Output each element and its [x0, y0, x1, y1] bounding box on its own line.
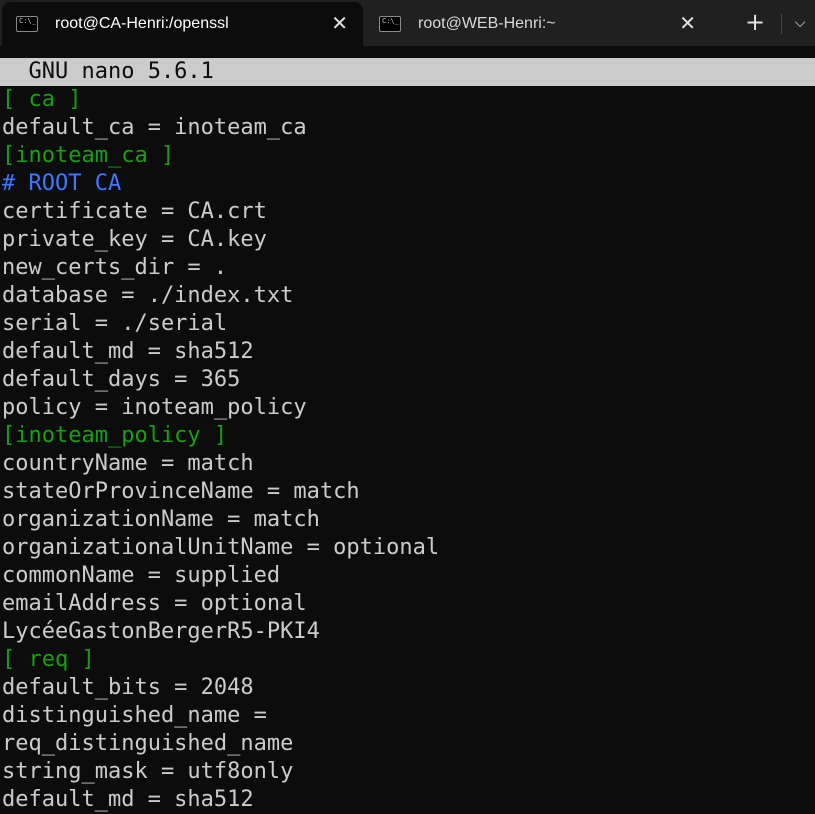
editor-line[interactable]: emailAddress = optional	[2, 590, 439, 618]
editor-line[interactable]: LycéeGastonBergerR5-PKI4	[2, 618, 439, 646]
editor-line[interactable]: commonName = supplied	[2, 562, 439, 590]
tab-bar: C:\_ root@CA-Henri:/openssl ✕ C:\_ root@…	[0, 0, 815, 46]
editor-line[interactable]: countryName = match	[2, 450, 439, 478]
editor-line[interactable]: req_distinguished_name	[2, 730, 439, 758]
editor-line[interactable]: default_md = sha512	[2, 338, 439, 366]
editor-line[interactable]: distinguished_name =	[2, 702, 439, 730]
editor-line[interactable]: organizationalUnitName = optional	[2, 534, 439, 562]
editor-line[interactable]: [inoteam_ca ]	[2, 142, 439, 170]
editor-buffer[interactable]: [ ca ] default_ca = inoteam_ca [inoteam_ca…	[2, 86, 439, 814]
editor-line[interactable]: new_certs_dir = .	[2, 254, 439, 282]
terminal-icon: C:\_	[379, 16, 401, 32]
editor-line[interactable]: string_mask = utf8only	[2, 758, 439, 786]
editor-line[interactable]: [ req ]	[2, 646, 439, 674]
tab-ca-henri[interactable]: C:\_ root@CA-Henri:/openssl ✕	[2, 2, 363, 46]
editor-line[interactable]: # ROOT CA	[2, 170, 439, 198]
editor-line[interactable]: certificate = CA.crt	[2, 198, 439, 226]
editor-line[interactable]: [ ca ]	[2, 86, 439, 114]
nano-version: GNU nano 5.6.1	[2, 59, 214, 84]
editor-line[interactable]: [inoteam_policy ]	[2, 422, 439, 450]
tab-web-henri[interactable]: C:\_ root@WEB-Henri:~ ✕	[365, 2, 711, 46]
editor-line[interactable]: private_key = CA.key	[2, 226, 439, 254]
new-tab-button[interactable]: +	[741, 9, 769, 37]
editor-line[interactable]: database = ./index.txt	[2, 282, 439, 310]
editor-line[interactable]: serial = ./serial	[2, 310, 439, 338]
chevron-down-icon[interactable]: ⌵	[790, 12, 810, 34]
editor-line[interactable]: default_bits = 2048	[2, 674, 439, 702]
nano-title-bar: GNU nano 5.6.1	[0, 58, 815, 86]
editor-line[interactable]: default_md = sha512	[2, 786, 439, 814]
editor-line[interactable]: default_ca = inoteam_ca	[2, 114, 439, 142]
close-icon[interactable]: ✕	[679, 11, 696, 35]
editor-line[interactable]: stateOrProvinceName = match	[2, 478, 439, 506]
tab-title: root@WEB-Henri:~	[418, 15, 556, 32]
close-icon[interactable]: ✕	[331, 11, 348, 35]
tab-divider	[781, 14, 782, 34]
editor-line[interactable]: organizationName = match	[2, 506, 439, 534]
editor-line[interactable]: default_days = 365	[2, 366, 439, 394]
tab-title: root@CA-Henri:/openssl	[55, 15, 229, 32]
terminal-icon: C:\_	[16, 16, 38, 32]
editor-line[interactable]: policy = inoteam_policy	[2, 394, 439, 422]
